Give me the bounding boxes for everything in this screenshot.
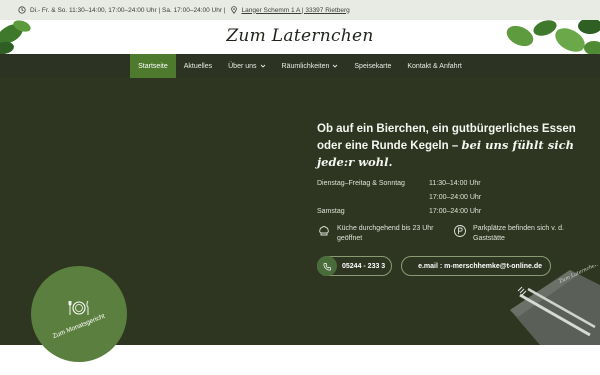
- address-link[interactable]: Langer Schemm 1 A | 33397 Rietberg: [242, 7, 350, 14]
- parking-icon: [454, 225, 466, 237]
- phone-icon: [323, 262, 331, 270]
- page: Di.- Fr. & So. 11:30–14:00, 17:00–24:00 …: [0, 0, 600, 375]
- nav-item-speisekarte[interactable]: Speisekarte: [346, 54, 399, 78]
- opening-hours-text: Di.- Fr. & So. 11:30–14:00, 17:00–24:00 …: [30, 6, 226, 14]
- phone-button[interactable]: 05244 - 233 3: [317, 256, 392, 276]
- nav-item-kontakt-anfahrt[interactable]: Kontakt & Anfahrt: [399, 54, 469, 78]
- nav-item-startseite[interactable]: Startseite: [130, 54, 176, 78]
- hours-row: 17:00–24:00 Uhr: [429, 193, 482, 201]
- clock-icon: [18, 6, 26, 14]
- parking-info: Parkplätze befinden sich v. d. Gaststätt…: [453, 224, 578, 244]
- kitchen-info: Küche durchgehend bis 23 Uhr geöffnet: [317, 224, 442, 244]
- nav-item-raeumlichkeiten[interactable]: Räumlichkeiten: [274, 54, 347, 78]
- chef-hat-icon: [319, 226, 329, 236]
- plate-cutlery-icon: [68, 300, 89, 315]
- nav-item-ueber-uns[interactable]: Über uns: [220, 54, 273, 78]
- monthly-dish-button[interactable]: Zum Monatsgericht: [31, 266, 127, 362]
- leaf-decoration-left: [0, 20, 31, 54]
- opening-hours-table: Dienstag–Freitag & Sonntag 11:30–14:00 Uh…: [317, 176, 481, 218]
- hours-row: Samstag 17:00–24:00 Uhr: [317, 207, 482, 215]
- top-info-bar: Di.- Fr. & So. 11:30–14:00, 17:00–24:00 …: [0, 0, 600, 20]
- napkin-cutlery-image: Zum Laternchen: [510, 265, 600, 345]
- main-navigation: Startseite Aktuelles Über uns Räumlichke…: [0, 54, 600, 78]
- hero-headline: Ob auf ein Bierchen, ein gutbürgerliches…: [317, 123, 576, 169]
- hours-row: Dienstag–Freitag & Sonntag 11:30–14:00 Uh…: [317, 179, 481, 187]
- leaf-decoration-right: [506, 20, 600, 54]
- chevron-down-icon: [333, 64, 338, 68]
- chevron-down-icon: [260, 64, 265, 68]
- nav-item-aktuelles[interactable]: Aktuelles: [176, 54, 220, 78]
- location-pin-icon: [230, 6, 237, 14]
